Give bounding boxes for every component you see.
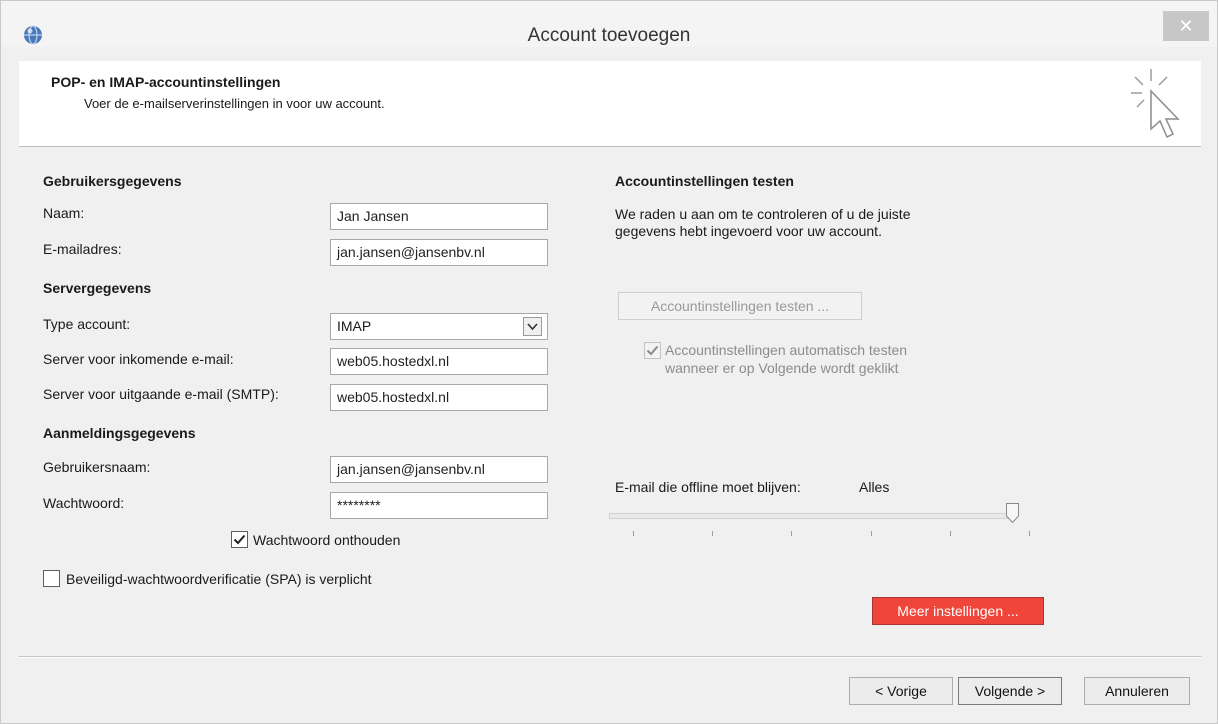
test-description-line1: We raden u aan om te controleren of u de… xyxy=(615,206,911,222)
offline-label: E-mail die offline moet blijven: xyxy=(615,479,801,495)
title-bar: Account toevoegen ✕ xyxy=(1,1,1217,47)
cursor-sparkle-icon xyxy=(1131,69,1180,139)
account-dialog: Account toevoegen ✕ POP- en IMAP-account… xyxy=(0,0,1218,724)
slider-tick xyxy=(1029,531,1030,536)
name-field[interactable]: Jan Jansen xyxy=(330,203,548,230)
header-title: POP- en IMAP-accountinstellingen xyxy=(51,74,281,90)
server-section-heading: Servergegevens xyxy=(43,280,152,296)
username-label: Gebruikersnaam: xyxy=(43,459,151,475)
slider-tick xyxy=(633,531,634,536)
close-button[interactable]: ✕ xyxy=(1163,11,1209,41)
password-field[interactable]: ******** xyxy=(330,492,548,519)
slider-track[interactable] xyxy=(609,513,1015,519)
account-type-label: Type account: xyxy=(43,316,131,332)
remember-password-label[interactable]: Wachtwoord onthouden xyxy=(253,532,400,548)
chevron-down-icon[interactable] xyxy=(523,317,542,336)
next-button[interactable]: Volgende > xyxy=(958,677,1062,705)
user-section-heading: Gebruikersgegevens xyxy=(43,173,182,189)
back-button[interactable]: < Vorige xyxy=(849,677,953,705)
footer-divider-highlight xyxy=(19,657,1201,658)
auto-test-checkbox[interactable] xyxy=(644,342,661,359)
spa-checkbox[interactable] xyxy=(43,570,60,587)
spa-label[interactable]: Beveiligd-wachtwoordverificatie (SPA) is… xyxy=(66,571,372,587)
password-label: Wachtwoord: xyxy=(43,495,125,511)
outgoing-server-label: Server voor uitgaande e-mail (SMTP): xyxy=(43,386,279,402)
header-subtitle: Voer de e-mailserverinstellingen in voor… xyxy=(84,96,385,111)
checkmark-icon xyxy=(646,345,659,356)
window-title: Account toevoegen xyxy=(527,25,691,46)
account-type-value: IMAP xyxy=(337,318,372,334)
auto-test-label-line1[interactable]: Accountinstellingen automatisch testen xyxy=(665,342,907,358)
slider-tick xyxy=(871,531,872,536)
slider-thumb[interactable] xyxy=(1006,503,1019,523)
more-settings-button[interactable]: Meer instellingen ... xyxy=(872,597,1044,625)
checkmark-icon xyxy=(233,534,246,545)
slider-tick xyxy=(712,531,713,536)
auto-test-label-line2[interactable]: wanneer er op Volgende wordt geklikt xyxy=(665,360,898,376)
remember-password-checkbox[interactable] xyxy=(231,531,248,548)
cancel-button[interactable]: Annuleren xyxy=(1084,677,1190,705)
slider-tick xyxy=(950,531,951,536)
email-field[interactable]: jan.jansen@jansenbv.nl xyxy=(330,239,548,266)
email-label: E-mailadres: xyxy=(43,241,122,257)
offline-value: Alles xyxy=(859,479,890,495)
slider-tick xyxy=(791,531,792,536)
name-label: Naam: xyxy=(43,205,85,221)
outgoing-server-field[interactable]: web05.hostedxl.nl xyxy=(330,384,548,411)
login-section-heading: Aanmeldingsgegevens xyxy=(43,425,196,441)
test-description-line2: gegevens hebt ingevoerd voor uw account. xyxy=(615,223,882,239)
test-settings-button[interactable]: Accountinstellingen testen ... xyxy=(618,292,862,320)
incoming-server-label: Server voor inkomende e-mail: xyxy=(43,351,234,367)
account-type-select[interactable]: IMAP xyxy=(330,313,548,340)
test-section-heading: Accountinstellingen testen xyxy=(615,173,794,189)
username-field[interactable]: jan.jansen@jansenbv.nl xyxy=(330,456,548,483)
header-panel: POP- en IMAP-accountinstellingen Voer de… xyxy=(19,61,1201,147)
incoming-server-field[interactable]: web05.hostedxl.nl xyxy=(330,348,548,375)
